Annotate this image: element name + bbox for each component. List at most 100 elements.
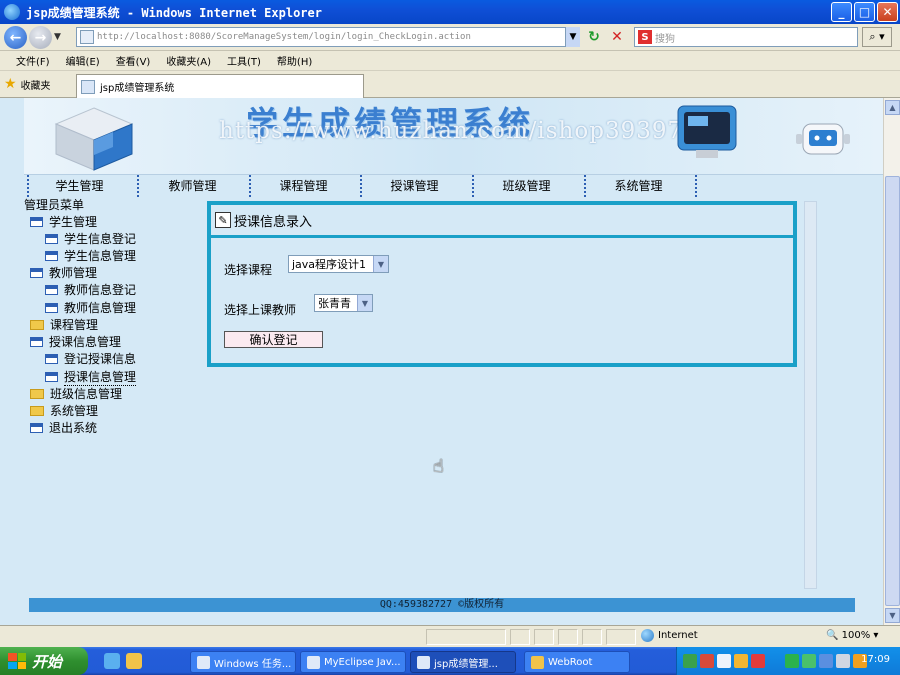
search-input[interactable]: S 搜狗: [634, 27, 858, 47]
menu-file[interactable]: 文件(F): [16, 53, 50, 68]
minimize-button[interactable]: _: [831, 2, 852, 22]
back-button[interactable]: ←: [4, 26, 27, 49]
window-icon: [30, 267, 43, 278]
sidebar-item-label: 学生信息管理: [64, 249, 137, 263]
tray-icon[interactable]: [785, 654, 799, 668]
sidebar-item-student-manage[interactable]: 学生信息管理: [45, 247, 136, 264]
address-dropdown-icon[interactable]: ▼: [565, 27, 580, 47]
sidebar-item-student-register[interactable]: 学生信息登记: [45, 230, 136, 247]
tray-icon[interactable]: [717, 654, 731, 668]
stop-button[interactable]: ✕: [607, 27, 627, 47]
system-tray: 17:09: [676, 647, 900, 675]
clock[interactable]: 17:09: [861, 654, 890, 665]
robot-icon: [796, 123, 850, 155]
scroll-up-icon[interactable]: ▲: [885, 100, 900, 115]
window-icon: [45, 353, 58, 364]
tray-icon[interactable]: [802, 654, 816, 668]
sidebar-item-teaching-manage[interactable]: 授课信息管理: [45, 368, 137, 386]
menu-view[interactable]: 查看(V): [116, 53, 151, 68]
sidebar-item-teaching-register[interactable]: 登记授课信息: [45, 350, 136, 367]
forward-button[interactable]: →: [29, 26, 52, 49]
tray-icon[interactable]: [700, 654, 714, 668]
sidebar-item-teacher[interactable]: 教师管理: [30, 264, 97, 281]
sidebar-item-label: 学生管理: [49, 215, 98, 229]
page-scrollbar[interactable]: ▲ ▼: [883, 98, 900, 625]
window-icon: [30, 422, 43, 433]
scroll-down-icon[interactable]: ▼: [885, 608, 900, 623]
taskbar-item-ie[interactable]: jsp成绩管理...: [410, 651, 516, 673]
confirm-register-button[interactable]: 确认登记: [224, 331, 323, 348]
sidebar-item-student[interactable]: 学生管理: [30, 213, 97, 230]
zoom-control[interactable]: 🔍 100% ▾: [826, 630, 878, 641]
menu-bar: 文件(F) 编辑(E) 查看(V) 收藏夹(A) 工具(T) 帮助(H): [0, 51, 900, 71]
security-zone[interactable]: Internet: [641, 629, 698, 642]
sidebar-item-label: 课程管理: [50, 318, 99, 332]
browser-tab[interactable]: jsp成绩管理系统: [76, 74, 364, 98]
tab-title: jsp成绩管理系统: [100, 83, 175, 94]
teaching-entry-form: ✎ 授课信息录入 选择课程 java程序设计1 ▼ 选择上课教师 张青青 ▼ 确…: [207, 201, 797, 367]
monitor-icon: [677, 105, 737, 158]
taskbar-item-task-manager[interactable]: Windows 任务...: [190, 651, 296, 673]
favorites-label: 收藏夹: [20, 80, 51, 92]
sidebar-item-class[interactable]: 班级信息管理: [30, 385, 122, 402]
nav-system[interactable]: 系统管理: [583, 177, 694, 194]
maximize-button[interactable]: □: [854, 2, 875, 22]
menu-tools[interactable]: 工具(T): [227, 53, 261, 68]
folder-icon: [531, 655, 544, 669]
scroll-thumb[interactable]: [885, 176, 900, 606]
content-scrollbar[interactable]: [804, 201, 817, 589]
teacher-select[interactable]: 张青青 ▼: [314, 294, 373, 312]
close-button[interactable]: ✕: [877, 2, 898, 22]
page-icon: [80, 30, 94, 44]
teacher-selected-value: 张青青: [318, 297, 351, 310]
taskbar-item-myeclipse[interactable]: MyEclipse Jav...: [300, 651, 406, 673]
sidebar-item-logout[interactable]: 退出系统: [30, 419, 97, 436]
sidebar-item-teacher-manage[interactable]: 教师信息管理: [45, 299, 136, 316]
tray-icon[interactable]: [836, 654, 850, 668]
refresh-button[interactable]: ↻: [584, 27, 604, 47]
start-button[interactable]: 开始: [0, 647, 88, 675]
ie-quicklaunch-icon[interactable]: [104, 653, 120, 669]
tray-icon[interactable]: [751, 654, 765, 668]
sidebar-item-teacher-register[interactable]: 教师信息登记: [45, 281, 136, 298]
nav-teaching[interactable]: 授课管理: [359, 177, 470, 194]
nav-student[interactable]: 学生管理: [24, 177, 135, 194]
tab-page-icon: [81, 79, 95, 94]
tray-icon[interactable]: [734, 654, 748, 668]
sidebar-item-label: 教师信息管理: [64, 301, 137, 315]
start-label: 开始: [32, 652, 63, 671]
menu-help[interactable]: 帮助(H): [277, 53, 312, 68]
taskbar-item-webroot[interactable]: WebRoot: [524, 651, 630, 673]
taskbar-item-label: MyEclipse Jav...: [324, 656, 401, 668]
tray-icon[interactable]: [683, 654, 697, 668]
folder-icon: [30, 405, 44, 416]
menu-edit[interactable]: 编辑(E): [66, 53, 100, 68]
nav-course[interactable]: 课程管理: [248, 177, 359, 194]
menu-favorites[interactable]: 收藏夹(A): [166, 53, 211, 68]
address-input[interactable]: http://localhost:8080/ScoreManageSystem/…: [76, 27, 580, 47]
search-button[interactable]: ⌕ ▾: [862, 27, 892, 47]
magnifier-icon: 🔍: [826, 630, 839, 641]
app-icon: [417, 655, 430, 669]
status-cell: [510, 629, 530, 645]
tray-icon[interactable]: [819, 654, 833, 668]
star-icon: ★: [4, 76, 17, 92]
nav-teacher[interactable]: 教师管理: [137, 177, 248, 194]
history-dropdown-icon[interactable]: ▼: [54, 32, 61, 42]
sidebar-item-teaching[interactable]: 授课信息管理: [30, 333, 121, 350]
course-select[interactable]: java程序设计1 ▼: [288, 255, 389, 273]
course-selected-value: java程序设计1: [292, 258, 367, 271]
sidebar-item-label: 授课信息管理: [49, 335, 122, 349]
window-icon: [45, 233, 58, 244]
folder-icon: [30, 319, 44, 330]
sidebar-item-system[interactable]: 系统管理: [30, 402, 98, 419]
status-cell: [426, 629, 506, 645]
status-cell: [534, 629, 554, 645]
window-titlebar: jsp成绩管理系统 - Windows Internet Explorer _ …: [0, 0, 900, 24]
search-placeholder: 搜狗: [655, 33, 675, 45]
sogou-search-icon: S: [638, 30, 652, 44]
favorites-button[interactable]: ★ 收藏夹: [4, 76, 51, 92]
nav-class[interactable]: 班级管理: [471, 177, 582, 194]
sidebar-item-course[interactable]: 课程管理: [30, 316, 98, 333]
folder-quicklaunch-icon[interactable]: [126, 653, 142, 669]
